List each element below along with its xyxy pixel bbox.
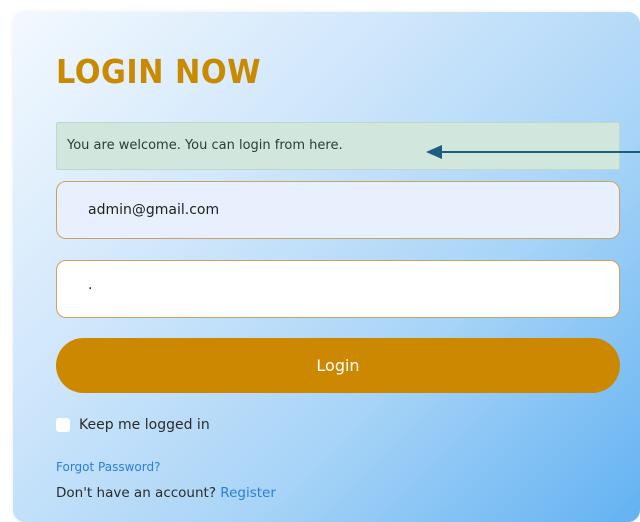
register-link[interactable]: Register [220,485,276,501]
login-button[interactable]: Login [56,338,620,393]
email-field[interactable] [56,181,620,239]
password-field[interactable] [56,260,620,318]
login-card: LOGIN NOW You are welcome. You can login… [13,12,640,522]
page-title: LOGIN NOW [56,52,262,91]
forgot-password-link[interactable]: Forgot Password? [56,460,160,474]
signup-prompt: Don't have an account? Register [56,485,276,501]
remember-me: Keep me logged in [56,417,210,433]
alert-message: You are welcome. You can login from here… [67,138,343,153]
arrow-pointer-icon [426,145,640,159]
remember-me-checkbox[interactable] [56,418,70,432]
remember-me-label: Keep me logged in [79,417,210,433]
no-account-text: Don't have an account? [56,485,216,501]
